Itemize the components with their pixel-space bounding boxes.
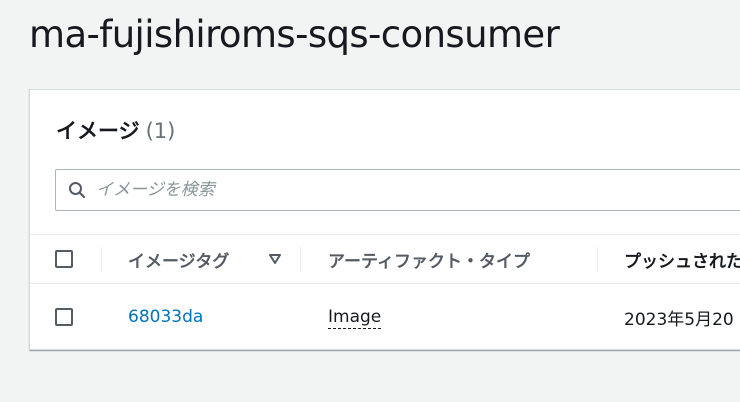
page: ma-fujishiroms-sqs-consumer イメージ (1) イメー… (0, 0, 740, 402)
column-header-artifact-type[interactable]: アーティファクト・タイプ (328, 235, 530, 283)
select-all-cell (55, 235, 73, 283)
pushed-at-cell: 2023年5月20 (624, 309, 734, 330)
artifact-type-value[interactable]: Image (328, 306, 382, 329)
search-input[interactable] (96, 171, 696, 209)
select-all-checkbox[interactable] (55, 250, 73, 268)
row-select-cell (55, 284, 73, 350)
page-title: ma-fujishiroms-sqs-consumer (29, 13, 560, 56)
panel-header: イメージ (1) (56, 116, 175, 146)
table-row: 68033da Image 2023年5月20 (30, 284, 740, 350)
column-divider[interactable] (101, 247, 102, 272)
table-header: イメージタグ アーティファクト・タイプ プッシュされた (30, 234, 740, 284)
image-tag-cell: 68033da (128, 284, 203, 350)
column-divider[interactable] (597, 247, 598, 272)
panel-count: (1) (145, 119, 176, 143)
panel-title: イメージ (56, 119, 140, 143)
images-panel: イメージ (1) イメージタグ (29, 89, 740, 350)
column-header-image-tag[interactable]: イメージタグ (128, 235, 229, 283)
column-header-pushed-at[interactable]: プッシュされた (624, 235, 740, 283)
artifact-type-cell: Image (328, 284, 382, 350)
search-icon (67, 180, 87, 200)
column-divider[interactable] (300, 247, 301, 272)
images-table: イメージタグ アーティファクト・タイプ プッシュされた 68033da Imag… (30, 234, 740, 350)
image-tag-link[interactable]: 68033da (128, 307, 203, 327)
search-field[interactable] (55, 169, 740, 211)
sort-descending-icon[interactable] (267, 251, 283, 267)
row-select-checkbox[interactable] (55, 308, 73, 326)
